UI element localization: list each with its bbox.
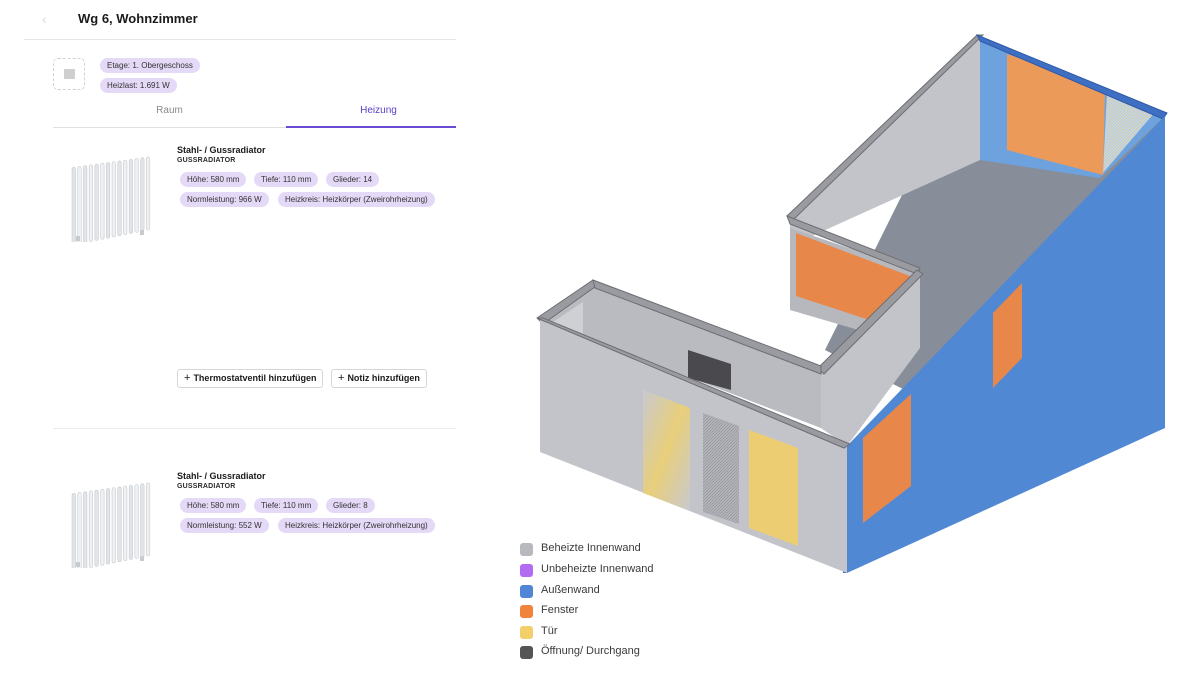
legend-label: Außenwand <box>541 584 600 596</box>
legend-swatch <box>520 543 533 556</box>
radiator-section <box>134 158 139 233</box>
spec-circuit-pill: Heizkreis: Heizkörper (Zweirohrheizung) <box>278 192 435 207</box>
radiator-section <box>111 487 116 564</box>
radiator-section <box>83 165 88 242</box>
radiator-section <box>128 484 133 560</box>
radiator-section <box>140 157 145 232</box>
plus-icon: + <box>184 372 191 384</box>
legend-item: Unbeheizte Innenwand <box>520 562 740 578</box>
radiator-title: Stahl- / Gussradiator <box>177 145 266 155</box>
legend-label: Fenster <box>541 604 579 616</box>
spec-output-pill: Normleistung: 552 W <box>180 518 269 533</box>
radiator-foot <box>76 236 80 241</box>
spec-height-pill: Höhe: 580 mm <box>180 172 247 187</box>
radiator-section <box>146 156 151 231</box>
radiator-section <box>71 492 76 568</box>
legend-item: Tür <box>520 624 740 640</box>
back-arrow-icon[interactable]: ‹ <box>42 11 58 27</box>
spec-circuit-pill: Heizkreis: Heizkörper (Zweirohrheizung) <box>278 518 435 533</box>
image-icon <box>64 69 75 79</box>
radiator-section <box>83 491 88 568</box>
radiator-section <box>128 158 133 234</box>
spec-sections-pill: Glieder: 14 <box>326 172 380 187</box>
panel-header: ‹ Wg 6, Wohnzimmer <box>24 0 456 40</box>
legend-label: Öffnung/ Durchgang <box>541 645 640 657</box>
room-title: Wg 6, Wohnzimmer <box>78 11 198 26</box>
radiator-section <box>146 482 151 557</box>
legend-label: Unbeheizte Innenwand <box>541 563 654 575</box>
radiator-section <box>71 166 76 242</box>
radiator-foot <box>76 562 80 567</box>
spec-depth-pill: Tiefe: 110 mm <box>254 172 319 187</box>
spec-height-pill: Höhe: 580 mm <box>180 498 247 513</box>
radiator-section <box>77 492 82 568</box>
tab-raum[interactable]: Raum <box>69 100 270 128</box>
spec-output-pill: Normleistung: 966 W <box>180 192 269 207</box>
radiator-section <box>94 489 99 567</box>
tab-heizung[interactable]: Heizung <box>301 100 456 128</box>
radiator-section <box>100 488 105 566</box>
spec-depth-pill: Tiefe: 110 mm <box>254 498 319 513</box>
active-tab-indicator <box>286 126 456 128</box>
legend-swatch <box>520 585 533 598</box>
opening <box>703 413 739 524</box>
radiator-foot <box>140 556 144 561</box>
floor-pill: Etage: 1. Obergeschoss <box>100 58 200 73</box>
radiator-section <box>140 483 145 558</box>
radiator-section <box>117 486 122 563</box>
legend-item: Beheizte Innenwand <box>520 541 740 557</box>
room-image-placeholder[interactable] <box>53 58 85 90</box>
radiator-section <box>123 485 128 562</box>
radiator-section <box>100 162 105 240</box>
radiator-section <box>111 161 116 238</box>
door <box>643 390 690 511</box>
room-3d-view[interactable] <box>525 28 1185 588</box>
item-divider <box>53 428 456 429</box>
radiator-section <box>77 166 82 242</box>
radiator-image <box>71 156 151 242</box>
legend-item: Außenwand <box>520 583 740 599</box>
radiator-title: Stahl- / Gussradiator <box>177 471 266 481</box>
legend-swatch <box>520 605 533 618</box>
legend-label: Beheizte Innenwand <box>541 542 641 554</box>
radiator-section <box>123 159 128 236</box>
spec-sections-pill: Glieder: 8 <box>326 498 375 513</box>
door <box>749 430 798 546</box>
radiator-section <box>117 160 122 237</box>
radiator-section <box>88 164 93 242</box>
radiator-section <box>88 490 93 568</box>
radiator-section <box>106 488 111 565</box>
legend-swatch <box>520 646 533 659</box>
legend-swatch <box>520 564 533 577</box>
legend-swatch <box>520 626 533 639</box>
radiator-section <box>134 484 139 559</box>
plus-icon: + <box>338 372 345 384</box>
tab-bar: Raum Heizung <box>53 100 456 128</box>
radiator-foot <box>140 230 144 235</box>
radiator-type: GUSSRADIATOR <box>177 483 236 490</box>
heat-load-pill: Heizlast: 1.691 W <box>100 78 177 93</box>
radiator-section <box>106 162 111 239</box>
legend-label: Tür <box>541 625 558 637</box>
radiator-section <box>94 163 99 241</box>
add-thermostat-valve-button[interactable]: + Thermostatventil hinzufügen <box>177 369 324 388</box>
radiator-image <box>71 482 151 568</box>
add-note-button[interactable]: + Notiz hinzufügen <box>331 369 427 388</box>
legend-item: Fenster <box>520 603 740 619</box>
legend-item: Öffnung/ Durchgang <box>520 644 740 660</box>
radiator-type: GUSSRADIATOR <box>177 157 236 164</box>
room-detail-panel: ‹ Wg 6, Wohnzimmer Etage: 1. Obergeschos… <box>0 0 470 675</box>
